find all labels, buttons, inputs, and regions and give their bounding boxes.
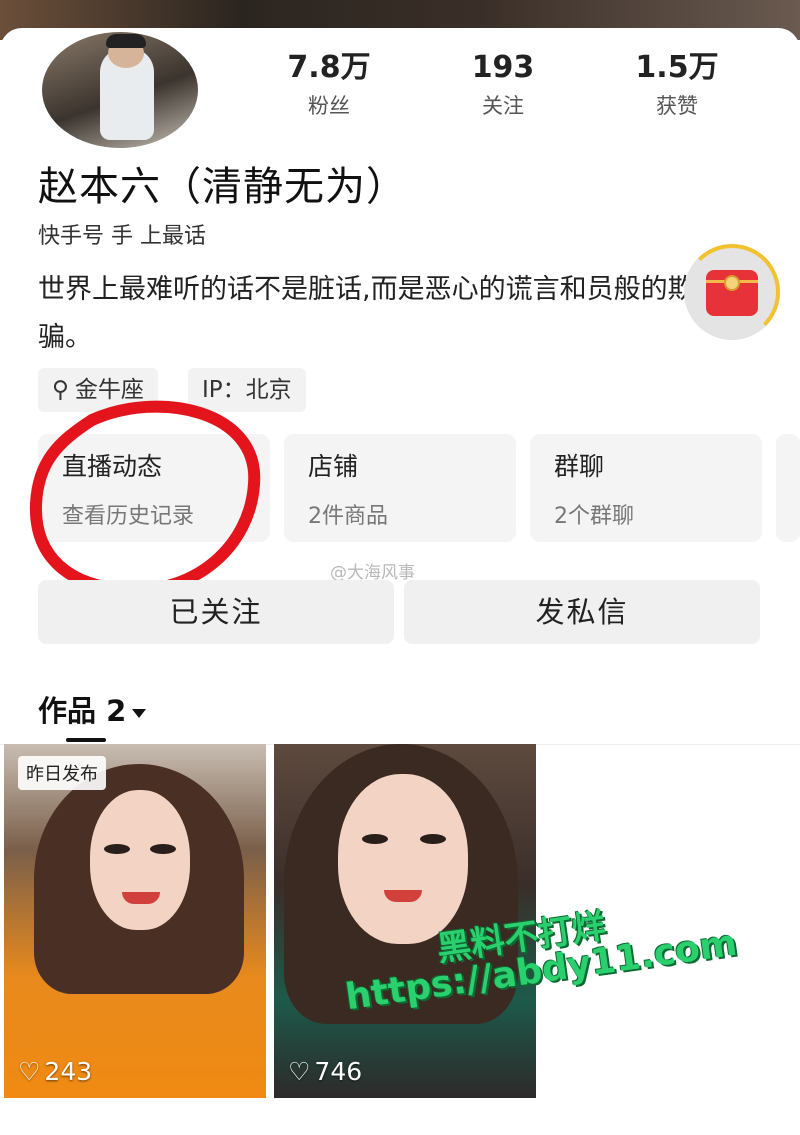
work-thumbnail[interactable]: 昨日发布 ♡ 243 [4, 744, 266, 1098]
tile-title: 群聊 [554, 452, 605, 481]
tile-title: 店铺 [308, 452, 359, 481]
caret-down-icon [132, 708, 147, 718]
red-annotation-circle [29, 400, 261, 597]
stat-following[interactable]: 193 关注 [438, 50, 568, 120]
tile-subtitle: 2个群聊 [554, 504, 634, 529]
stat-value: 193 [471, 50, 535, 85]
tile-subtitle: 2件商品 [308, 504, 388, 529]
profile-bio: 世界上最难听的话不是脏话,而是恶心的谎言和员般的欺骗。 [38, 274, 695, 353]
tile-group-chat[interactable]: 群聊 2个群聊 [530, 434, 762, 542]
face [338, 774, 468, 944]
stat-label: 获赞 [656, 94, 698, 118]
profile-name: 赵本六（清静无为） [38, 164, 407, 210]
publish-badge: 昨日发布 [18, 756, 106, 790]
avatar-cap [106, 34, 146, 48]
face [90, 790, 190, 930]
works-title: 作品 2 [38, 694, 127, 728]
avatar[interactable] [38, 28, 202, 152]
red-envelope-icon [706, 270, 758, 316]
red-packet-button[interactable] [684, 244, 780, 340]
stat-value: 1.5万 [635, 50, 719, 85]
like-count: ♡ 243 [18, 1057, 93, 1086]
stat-label: 粉丝 [308, 94, 350, 118]
message-button[interactable]: 发私信 [404, 580, 760, 644]
stat-likes[interactable]: 1.5万 获赞 [612, 50, 742, 120]
heart-icon: ♡ [18, 1057, 41, 1086]
tile-more[interactable] [776, 434, 800, 542]
kuaishou-id[interactable]: 快手号 手 上最话 [38, 218, 206, 250]
follow-button[interactable]: 已关注 [38, 580, 394, 644]
stat-label: 关注 [482, 94, 524, 118]
stat-value: 7.8万 [287, 50, 371, 85]
works-tab-underline [66, 738, 106, 742]
like-count: ♡ 746 [288, 1057, 363, 1086]
stat-fans[interactable]: 7.8万 粉丝 [264, 50, 394, 120]
works-tab[interactable]: 作品 2 [38, 688, 147, 730]
tile-shop[interactable]: 店铺 2件商品 [284, 434, 516, 542]
profile-card: 7.8万 粉丝 193 关注 1.5万 获赞 赵本六（清静无为） 快手号 手 上… [0, 28, 800, 1135]
heart-icon: ♡ [288, 1057, 311, 1086]
